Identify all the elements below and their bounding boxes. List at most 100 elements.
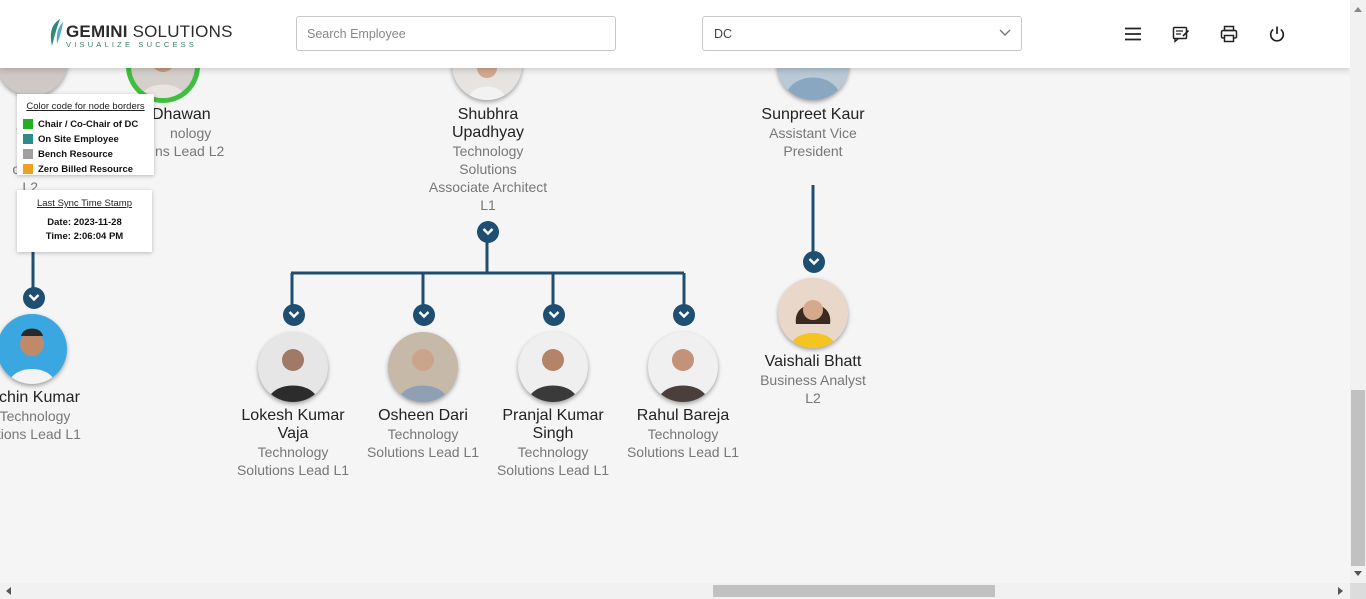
dc-select-value: DC (714, 27, 733, 41)
expand-toggle-shubhra[interactable] (477, 221, 499, 243)
sync-time: Time: 2:06:04 PM (45, 231, 124, 242)
legend-item: On Site Employee (17, 132, 154, 147)
chevron-down-icon (482, 228, 494, 236)
avatar-osheen[interactable] (388, 332, 458, 402)
horizontal-scrollbar[interactable] (0, 583, 1350, 599)
node-role: President (783, 143, 843, 159)
node-name: achin Kumar (0, 389, 80, 406)
node-role: Assistant Vice (769, 125, 857, 141)
scroll-left-arrow-icon[interactable] (5, 587, 11, 595)
node-lokesh[interactable]: Lokesh Kumar Vaja Technology Solutions L… (228, 407, 358, 479)
node-name: Pranjal Kumar (502, 407, 604, 424)
node-sunpreet[interactable]: Sunpreet Kaur Assistant Vice President (748, 106, 878, 160)
avatar-lokesh[interactable] (258, 332, 328, 402)
node-name: Sunpreet Kaur (761, 106, 865, 123)
node-role: Solutions Lead L1 (496, 462, 610, 478)
node-role: Associate Architect (428, 179, 548, 195)
last-sync-panel: Last Sync Time Stamp Date: 2023-11-28 Ti… (17, 190, 152, 252)
avatar-sachin[interactable] (0, 314, 67, 384)
chevron-down-icon (288, 311, 300, 319)
top-header: GEMINI SOLUTIONS VISUALIZE SUCCESS DC (0, 0, 1350, 68)
legend-title: Color code for node borders (26, 101, 145, 112)
node-role: Technology (0, 408, 71, 424)
sync-title: Last Sync Time Stamp (36, 198, 133, 209)
expand-toggle-pranjal[interactable] (543, 304, 565, 326)
feedback-icon[interactable] (1171, 24, 1191, 44)
node-name: Vaishali Bhatt (764, 353, 862, 370)
search-employee-input[interactable] (296, 16, 616, 51)
node-role: Technology (517, 444, 589, 460)
avatar-pranjal[interactable] (518, 332, 588, 402)
scroll-right-arrow-icon[interactable] (1338, 587, 1344, 595)
node-role: Solutions (459, 161, 517, 177)
node-osheen[interactable]: Osheen Dari Technology Solutions Lead L1 (358, 407, 488, 461)
node-role: Technology (257, 444, 329, 460)
node-role: Business Analyst (760, 372, 866, 388)
person-photo-icon (268, 349, 318, 402)
chevron-down-icon (548, 311, 560, 319)
person-photo-icon (9, 328, 55, 384)
node-vaishali[interactable]: Vaishali Bhatt Business Analyst L2 (748, 353, 878, 407)
expand-toggle-left[interactable] (23, 287, 45, 309)
logo-tagline: VISUALIZE SUCCESS (66, 40, 198, 49)
leaf-logo-icon (50, 19, 63, 46)
node-role: L2 (805, 390, 821, 406)
legend-swatch (23, 164, 33, 174)
person-photo-icon (528, 349, 578, 402)
expand-toggle-lokesh[interactable] (283, 304, 305, 326)
chevron-down-icon (418, 311, 430, 319)
legend-item: Zero Billed Resource (17, 162, 154, 175)
border-color-legend: Color code for node borders Chair / Co-C… (17, 94, 154, 175)
node-name: Rahul Bareja (636, 407, 730, 424)
node-role: utions Lead L1 (0, 426, 81, 442)
legend-item: Bench Resource (17, 147, 154, 162)
avatar-rahul[interactable] (648, 332, 718, 402)
person-photo-icon (790, 300, 836, 348)
gemini-solutions-logo[interactable]: GEMINI SOLUTIONS VISUALIZE SUCCESS (46, 18, 232, 50)
expand-toggle-sunpreet[interactable] (803, 251, 825, 273)
node-name: Lokesh Kumar (241, 407, 345, 424)
legend-swatch (23, 119, 33, 129)
node-name: Upadhyay (451, 124, 525, 141)
person-photo-icon (398, 349, 448, 402)
avatar-vaishali[interactable] (778, 278, 848, 348)
legend-item: Chair / Co-Chair of DC (17, 117, 154, 132)
node-name: Singh (532, 425, 574, 442)
node-rahul[interactable]: Rahul Bareja Technology Solutions Lead L… (618, 407, 748, 461)
legend-swatch (23, 134, 33, 144)
node-role: L1 (480, 197, 496, 213)
expand-toggle-rahul[interactable] (673, 304, 695, 326)
scrollbar-corner (1350, 583, 1366, 599)
menu-icon[interactable] (1123, 24, 1143, 44)
chevron-down-icon (999, 29, 1011, 36)
horizontal-scroll-thumb[interactable] (713, 585, 995, 597)
node-name: Vaja (277, 425, 309, 442)
node-name: Shubhra (457, 106, 519, 123)
node-shubhra[interactable]: Shubhra Upadhyay Technology Solutions As… (418, 106, 558, 214)
vertical-scrollbar[interactable] (1350, 0, 1366, 583)
power-icon[interactable] (1267, 24, 1287, 44)
node-role: Technology (452, 143, 524, 159)
node-role: Solutions Lead L1 (366, 444, 480, 460)
chevron-down-icon (28, 294, 40, 302)
person-photo-icon (658, 349, 708, 402)
chevron-down-icon (678, 311, 690, 319)
node-role: Solutions Lead L1 (626, 444, 740, 460)
legend-swatch (23, 149, 33, 159)
node-pranjal[interactable]: Pranjal Kumar Singh Technology Solutions… (488, 407, 618, 479)
node-sachin[interactable]: achin Kumar Technology utions Lead L1 (0, 389, 100, 443)
node-role: Solutions Lead L1 (236, 462, 350, 478)
expand-toggle-osheen[interactable] (413, 304, 435, 326)
print-icon[interactable] (1219, 24, 1239, 44)
sync-date: Date: 2023-11-28 (47, 217, 122, 228)
org-chart-connectors (31, 185, 815, 310)
dc-select[interactable]: DC (702, 16, 1022, 51)
node-role: Technology (387, 426, 459, 442)
vertical-scroll-thumb[interactable] (1351, 390, 1365, 566)
logo-brand: GEMINI SOLUTIONS (66, 22, 233, 41)
chevron-down-icon (808, 258, 820, 266)
node-name: Osheen Dari (378, 407, 468, 424)
scroll-down-arrow-icon[interactable] (1354, 571, 1362, 577)
node-role: Technology (647, 426, 719, 442)
scroll-up-arrow-icon[interactable] (1354, 6, 1362, 12)
